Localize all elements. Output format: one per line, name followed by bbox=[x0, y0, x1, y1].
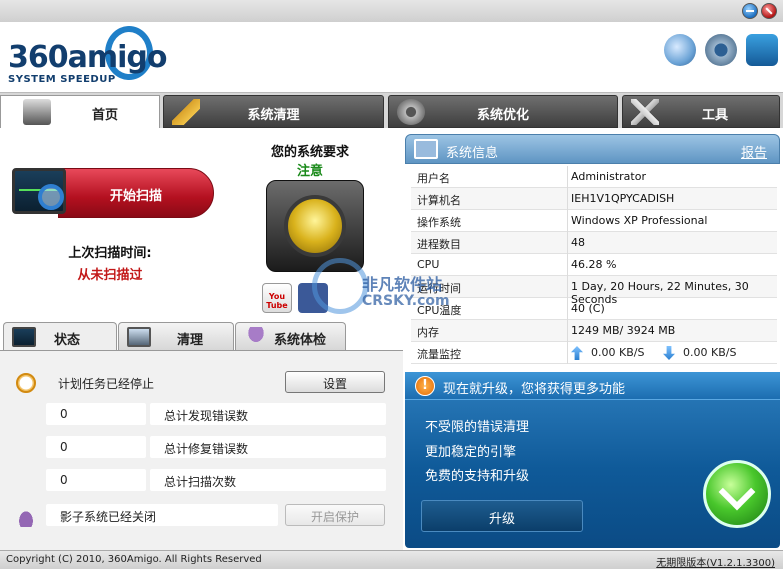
download-speed: 0.00 KB/S bbox=[683, 346, 737, 359]
tab-tools-label: 工具 bbox=[701, 108, 728, 123]
fixed-errors-count: 0 bbox=[46, 436, 146, 458]
table-row: 进程数目 48 bbox=[411, 232, 777, 254]
report-link[interactable]: 报告 bbox=[741, 142, 767, 161]
schedule-status-text: 计划任务已经停止 bbox=[58, 377, 155, 391]
found-errors-label: 总计发现错误数 bbox=[150, 403, 386, 425]
umbrella-icon bbox=[16, 507, 36, 527]
subtab-clean-label: 清理 bbox=[177, 333, 204, 348]
status-panel: 计划任务已经停止 设置 0 总计发现错误数 0 总计修复错误数 0 总计扫描次数… bbox=[0, 350, 403, 550]
start-scan-button[interactable]: 开始扫描 bbox=[58, 168, 214, 218]
watermark-text: 非凡软件站 bbox=[362, 275, 443, 294]
status-light-icon bbox=[266, 180, 364, 272]
tab-system-optimize[interactable]: 系统优化 bbox=[388, 95, 618, 128]
table-row: 计算机名 IEH1V1QPYCADISH bbox=[411, 188, 777, 210]
system-status-value: 注意 bbox=[296, 164, 323, 179]
lifevest-icon[interactable] bbox=[746, 34, 778, 66]
found-errors-count: 0 bbox=[46, 403, 146, 425]
monitor-icon bbox=[414, 139, 438, 159]
system-status-label: 您的系统要求 bbox=[270, 145, 349, 160]
settings-gear-icon[interactable] bbox=[705, 34, 737, 66]
tab-system-clean-label: 系统清理 bbox=[247, 108, 300, 123]
close-button[interactable] bbox=[761, 3, 777, 19]
clock-icon bbox=[16, 373, 36, 393]
fixed-errors-label: 总计修复错误数 bbox=[150, 436, 386, 458]
system-info-header: 系统信息 报告 bbox=[405, 134, 780, 164]
upgrade-banner: ! 现在就升级，您将获得更多功能 bbox=[405, 372, 780, 400]
upgrade-feature: 不受限的错误清理 bbox=[425, 420, 530, 435]
upgrade-panel: ! 现在就升级，您将获得更多功能 不受限的错误清理 更加稳定的引擎 免费的支持和… bbox=[405, 372, 780, 548]
close-icon bbox=[765, 7, 773, 15]
watermark-subtext: CRSKY.com bbox=[362, 293, 450, 309]
subtab-status[interactable]: 状态 bbox=[3, 322, 117, 351]
system-info-panel: 系统信息 报告 用户名 Administrator 计算机名 IEH1V1QPYCA… bbox=[405, 128, 783, 550]
status-monitor-icon bbox=[12, 327, 36, 347]
upgrade-feature: 更加稳定的引擎 bbox=[425, 445, 517, 460]
start-scan-label: 开始扫描 bbox=[109, 189, 162, 204]
last-scan-label: 上次扫描时间: bbox=[68, 246, 152, 261]
warning-icon: ! bbox=[415, 376, 435, 396]
subtab-status-label: 状态 bbox=[54, 333, 81, 348]
version-link[interactable]: 无期限版本(V1.2.1.3300) bbox=[656, 554, 775, 569]
update-icon[interactable] bbox=[664, 34, 696, 66]
upgrade-button[interactable]: 升级 bbox=[421, 500, 583, 532]
table-row: CPU 46.28 % bbox=[411, 254, 777, 276]
upgrade-banner-text: 现在就升级，您将获得更多功能 bbox=[443, 382, 626, 397]
table-row: 内存 1249 MB/ 3924 MB bbox=[411, 320, 777, 342]
copyright-text: Copyright (C) 2010, 360Amigo. All Rights… bbox=[6, 554, 262, 565]
table-row: 操作系统 Windows XP Professional bbox=[411, 210, 777, 232]
clean-monitor-icon bbox=[127, 327, 151, 347]
scan-count: 0 bbox=[46, 469, 146, 491]
tab-home[interactable]: 首页 bbox=[0, 95, 160, 128]
minimize-button[interactable] bbox=[742, 3, 758, 19]
settings-button[interactable]: 设置 bbox=[285, 371, 385, 393]
umbrella-icon bbox=[244, 327, 268, 347]
tab-home-label: 首页 bbox=[91, 108, 118, 123]
youtube-icon[interactable]: You Tube bbox=[262, 283, 292, 313]
table-row: CPU温度 40 (C) bbox=[411, 298, 777, 320]
home-left-panel: 开始扫描 上次扫描时间: 从未扫描过 您的系统要求 注意 You Tube 状态… bbox=[0, 128, 403, 550]
upload-speed: 0.00 KB/S bbox=[591, 346, 645, 359]
tab-system-optimize-label: 系统优化 bbox=[476, 108, 529, 123]
upload-arrow-icon bbox=[571, 346, 583, 360]
table-row: 运行时间 1 Day, 20 Hours, 22 Minutes, 30 Seco… bbox=[411, 276, 777, 306]
download-arrow-icon bbox=[663, 346, 675, 360]
upgrade-feature: 免费的支持和升级 bbox=[425, 469, 530, 484]
minimize-icon bbox=[746, 10, 754, 12]
tab-tools[interactable]: 工具 bbox=[622, 95, 780, 128]
magnifier-icon bbox=[38, 184, 64, 210]
scan-count-label: 总计扫描次数 bbox=[150, 469, 386, 491]
network-monitor-row: 流量监控 0.00 KB/S 0.00 KB/S bbox=[411, 342, 777, 364]
app-logo-subtitle: SYSTEM SPEEDUP bbox=[8, 74, 116, 85]
status-subtabs: 状态 清理 系统体检 bbox=[0, 320, 403, 351]
subtab-system-check[interactable]: 系统体检 bbox=[235, 322, 346, 351]
shadow-system-status: 影子系统已经关闭 bbox=[46, 504, 278, 526]
status-bar: Copyright (C) 2010, 360Amigo. All Rights… bbox=[0, 550, 783, 569]
last-scan-value: 从未扫描过 bbox=[77, 268, 143, 283]
enable-protection-button[interactable]: 开启保护 bbox=[285, 504, 385, 526]
title-bar bbox=[0, 0, 783, 22]
table-row: 用户名 Administrator bbox=[411, 166, 777, 188]
subtab-clean[interactable]: 清理 bbox=[118, 322, 234, 351]
subtab-system-check-label: 系统体检 bbox=[274, 333, 327, 348]
app-header: 360amigo SYSTEM SPEEDUP bbox=[0, 22, 783, 92]
main-tabbar: 首页 系统清理 系统优化 工具 bbox=[0, 92, 783, 128]
upgrade-badge-icon[interactable] bbox=[703, 460, 771, 528]
system-info-title: 系统信息 bbox=[446, 146, 499, 161]
tab-system-clean[interactable]: 系统清理 bbox=[163, 95, 384, 128]
watermark-logo-icon bbox=[312, 258, 368, 314]
app-logo: 360amigo bbox=[8, 40, 167, 75]
